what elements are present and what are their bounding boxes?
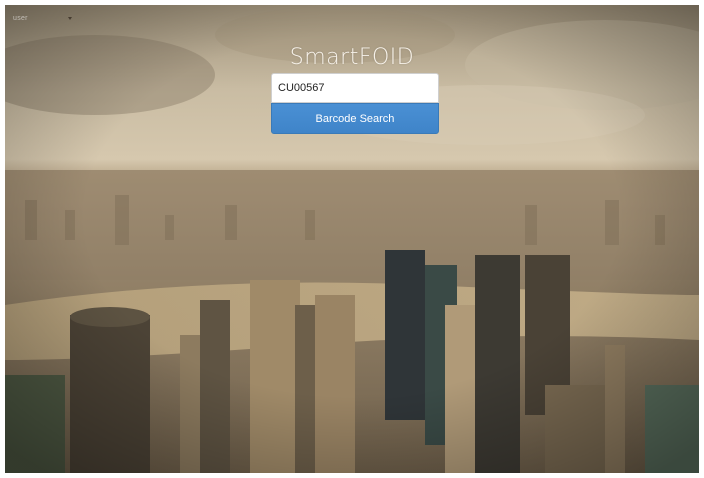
barcode-search-button[interactable]: Barcode Search bbox=[271, 103, 439, 134]
user-select[interactable]: user bbox=[13, 15, 28, 22]
chevron-down-icon[interactable] bbox=[67, 17, 72, 20]
barcode-search-form: Barcode Search bbox=[271, 73, 439, 134]
top-bar: user bbox=[13, 15, 72, 22]
app-title: SmartFOID bbox=[289, 45, 415, 70]
barcode-input[interactable] bbox=[271, 73, 439, 103]
page-background: user SmartFOID Barcode Search bbox=[5, 5, 699, 473]
